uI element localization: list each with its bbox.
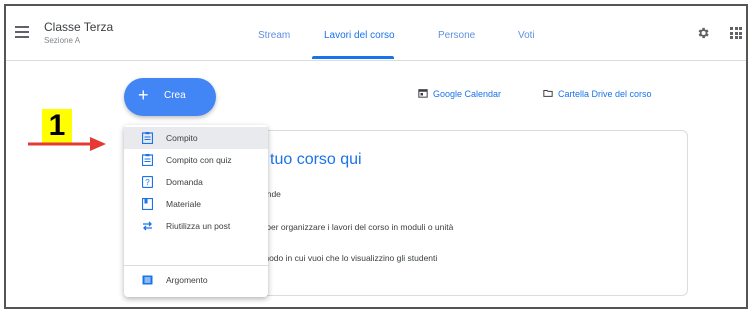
- drive-folder-link[interactable]: Cartella Drive del corso: [558, 89, 652, 99]
- menu-divider: [124, 265, 268, 266]
- classroom-window: Classe Terza Sezione A Stream Lavori del…: [4, 4, 748, 309]
- assignment-icon: [142, 132, 153, 144]
- svg-text:?: ?: [145, 178, 150, 187]
- settings-gear-icon[interactable]: [696, 26, 710, 40]
- active-tab-indicator: [312, 56, 394, 59]
- tab-classwork[interactable]: Lavori del corso: [324, 30, 395, 41]
- card-line: modo in cui vuoi che lo visualizzino gli…: [262, 253, 438, 263]
- top-bar: Classe Terza Sezione A Stream Lavori del…: [6, 6, 746, 61]
- menu-item-label: Compito: [166, 133, 198, 143]
- plus-icon: +: [138, 85, 149, 105]
- reuse-icon: [143, 221, 152, 231]
- create-button[interactable]: + Crea: [124, 78, 216, 116]
- menu-item-topic[interactable]: Argomento: [124, 269, 268, 291]
- tab-people[interactable]: Persone: [438, 30, 475, 41]
- menu-item-label: Domanda: [166, 177, 203, 187]
- card-title: l tuo corso qui: [262, 151, 362, 168]
- material-icon: [142, 198, 153, 210]
- menu-item-question[interactable]: ? Domanda: [124, 171, 268, 193]
- create-menu: Compito Compito con quiz ? Domanda Mater…: [124, 125, 268, 297]
- topic-icon: [142, 275, 153, 285]
- class-section: Sezione A: [44, 36, 81, 45]
- card-line: i per organizzare i lavori del corso in …: [262, 222, 454, 232]
- calendar-icon[interactable]: [418, 88, 428, 98]
- menu-item-label: Materiale: [166, 199, 201, 209]
- menu-item-label: Riutilizza un post: [166, 221, 231, 231]
- apps-grid-icon[interactable]: [730, 27, 742, 39]
- question-icon: ?: [142, 176, 153, 188]
- menu-item-quiz-assignment[interactable]: Compito con quiz: [124, 149, 268, 171]
- main-menu-icon[interactable]: [15, 26, 29, 38]
- menu-item-label: Argomento: [166, 275, 208, 285]
- tab-grades[interactable]: Voti: [518, 30, 535, 41]
- folder-icon[interactable]: [543, 88, 553, 98]
- menu-item-material[interactable]: Materiale: [124, 193, 268, 215]
- menu-item-label: Compito con quiz: [166, 155, 232, 165]
- annotation-arrow-icon: [28, 137, 106, 151]
- quiz-assignment-icon: [142, 154, 153, 166]
- menu-item-reuse-post[interactable]: Riutilizza un post: [124, 215, 268, 237]
- create-button-label: Crea: [164, 90, 186, 101]
- google-calendar-link[interactable]: Google Calendar: [433, 89, 501, 99]
- menu-item-assignment[interactable]: Compito: [124, 127, 268, 149]
- class-title[interactable]: Classe Terza: [44, 20, 113, 34]
- tab-stream[interactable]: Stream: [258, 30, 290, 41]
